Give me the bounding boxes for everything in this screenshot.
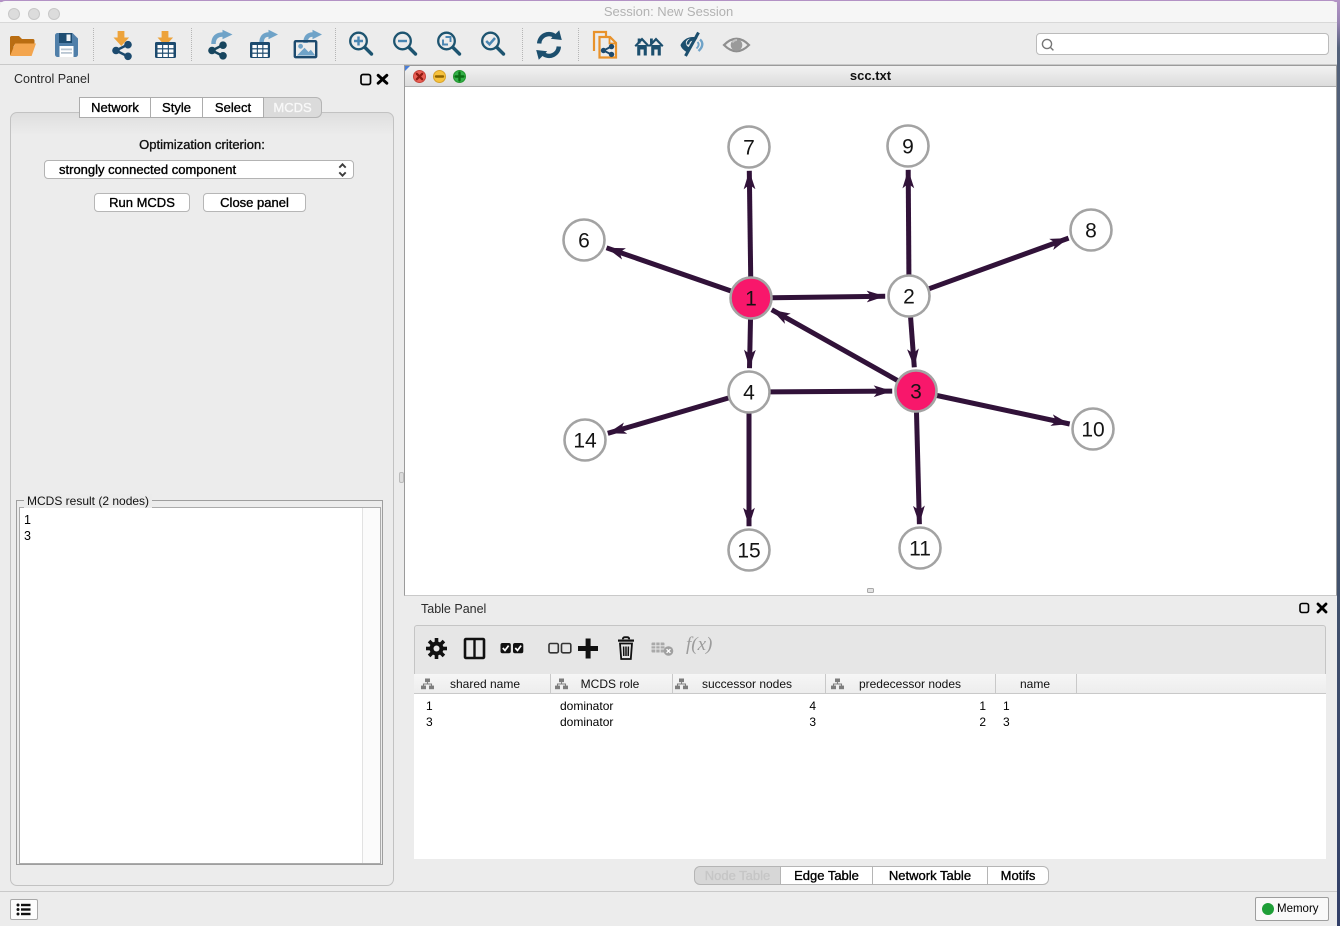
svg-text:7: 7 bbox=[743, 137, 755, 160]
svg-text:14: 14 bbox=[573, 430, 597, 453]
svg-text:15: 15 bbox=[737, 540, 760, 563]
svg-text:11: 11 bbox=[909, 538, 931, 561]
svg-text:4: 4 bbox=[743, 382, 755, 405]
svg-text:9: 9 bbox=[902, 136, 914, 159]
svg-text:3: 3 bbox=[910, 381, 922, 404]
svg-text:8: 8 bbox=[1085, 220, 1097, 243]
svg-text:1: 1 bbox=[745, 288, 757, 311]
svg-text:2: 2 bbox=[903, 286, 915, 309]
svg-text:6: 6 bbox=[578, 230, 590, 253]
svg-text:10: 10 bbox=[1081, 419, 1104, 442]
